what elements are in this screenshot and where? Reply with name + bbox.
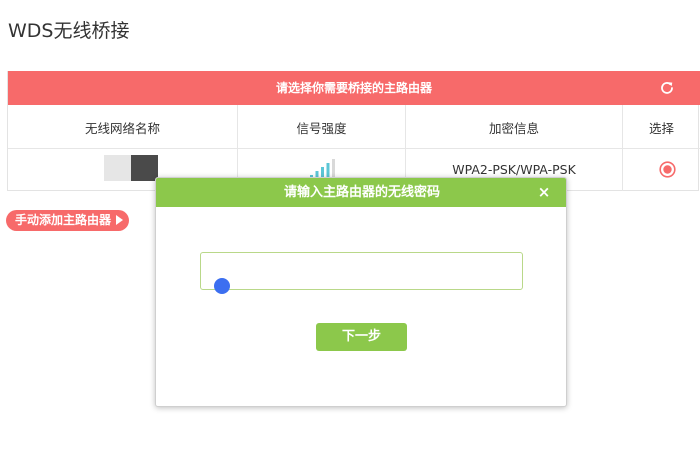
column-header-encryption: 加密信息 — [488, 120, 539, 136]
redaction-block — [104, 155, 131, 181]
column-header-signal: 信号强度 — [296, 120, 347, 136]
panel-header: 请选择你需要桥接的主路由器 — [8, 71, 700, 105]
column-header-select: 选择 — [648, 120, 674, 136]
wireless-password-input[interactable] — [200, 252, 523, 290]
dialog-title: 请输入主路由器的无线密码 — [283, 185, 440, 200]
ssid-name-redacted — [104, 155, 158, 181]
redaction-block — [131, 155, 158, 181]
manual-add-router-button[interactable]: 手动添加主路由器 — [6, 210, 130, 231]
close-icon[interactable]: × — [537, 185, 551, 200]
panel-header-label: 请选择你需要桥接的主路由器 — [275, 81, 432, 95]
arrow-right-icon — [116, 215, 124, 225]
refresh-icon[interactable] — [659, 80, 675, 96]
touch-indicator — [214, 278, 230, 294]
radio-selected-icon[interactable] — [659, 161, 676, 178]
column-header-ssid: 无线网络名称 — [84, 120, 160, 136]
next-step-button[interactable]: 下一步 — [316, 323, 407, 351]
dialog-header: 请输入主路由器的无线密码 — [156, 178, 566, 207]
page-title: WDS无线桥接 — [8, 20, 130, 42]
manual-add-label: 手动添加主路由器 — [15, 213, 112, 227]
router-scan-panel: 请选择你需要桥接的主路由器 无线网络名称 信号强度 加密信息 选择 WPA2-P… — [7, 71, 700, 191]
